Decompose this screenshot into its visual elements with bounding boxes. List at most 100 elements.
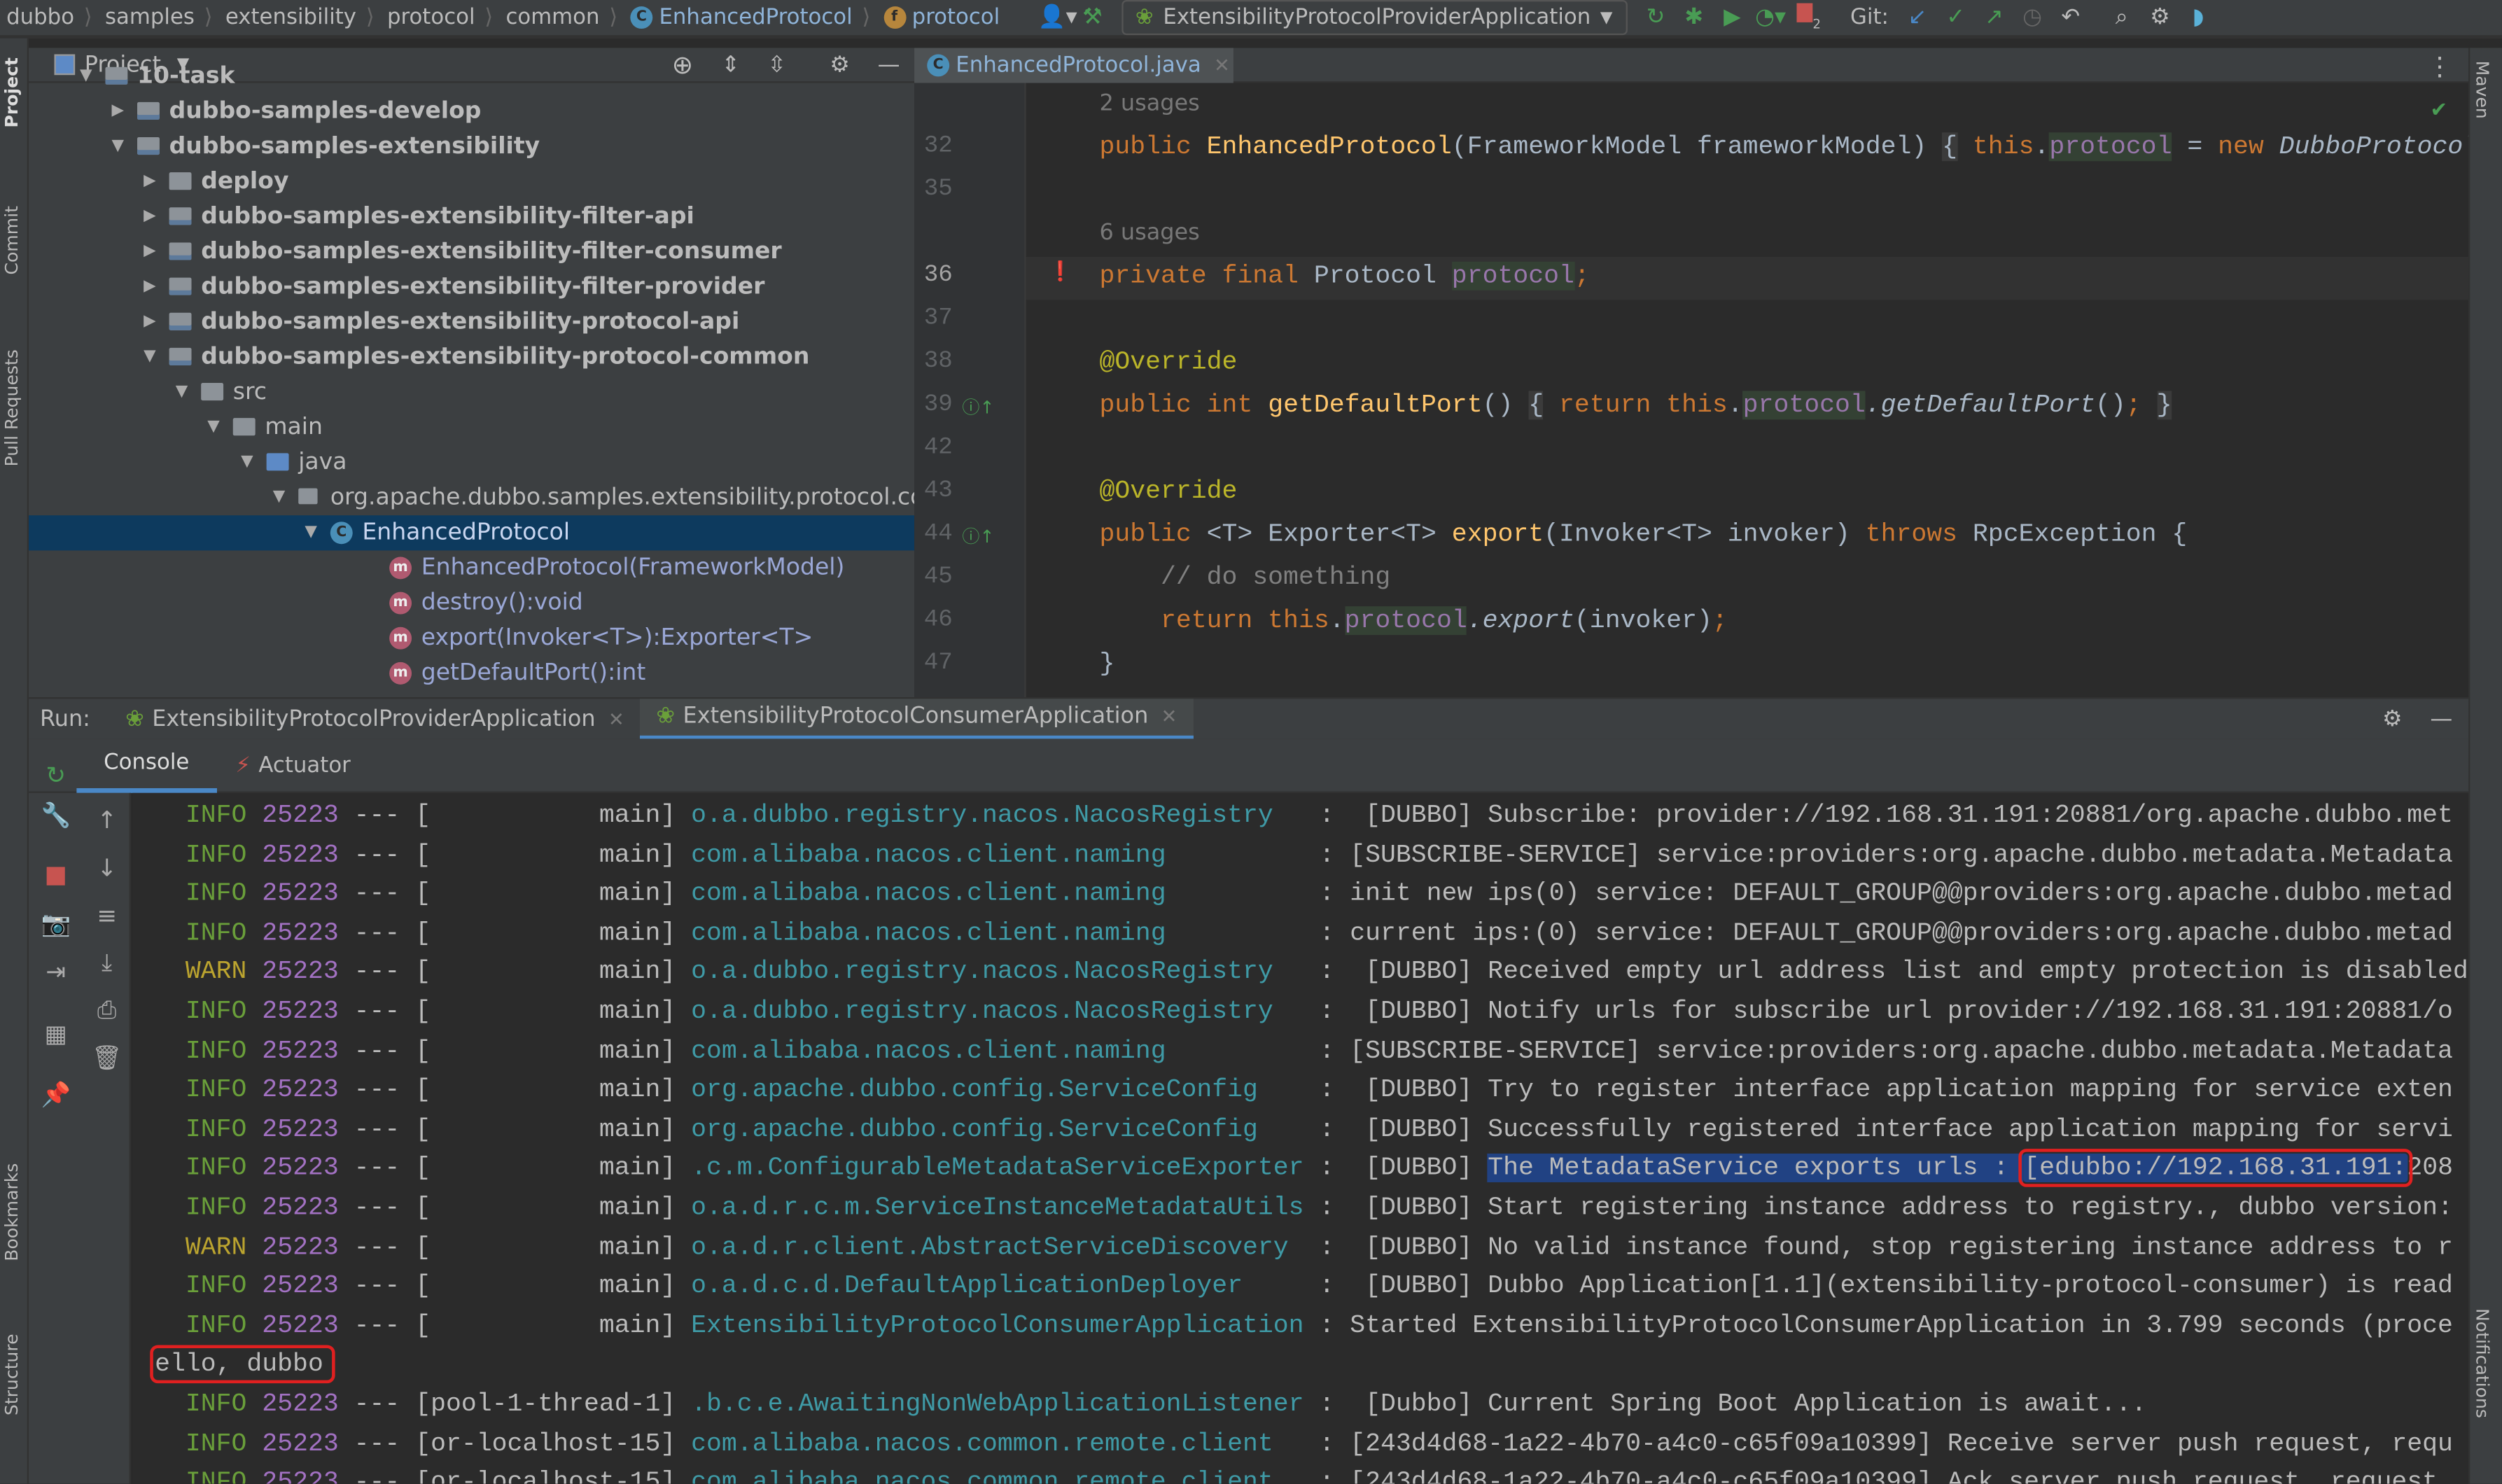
logger-name[interactable]: o.a.dubbo.registry.nacos.NacosRegistry xyxy=(691,801,1273,830)
logger-name[interactable]: o.a.d.r.c.m.ServiceInstanceMetadataUtils xyxy=(691,1194,1304,1222)
tree-item[interactable]: m getDefaultPort():int xyxy=(29,656,914,691)
chevron-right-icon[interactable]: ▶ xyxy=(112,94,125,129)
stop-icon[interactable]: 2 xyxy=(1793,3,1825,31)
logger-name[interactable]: o.a.d.c.d.DefaultApplicationDeployer xyxy=(691,1272,1243,1301)
tool-tab-commit[interactable]: Commit xyxy=(1,206,22,275)
chevron-right-icon[interactable]: ▶ xyxy=(144,164,156,200)
settings-gear-icon[interactable]: ⚙ xyxy=(2144,5,2176,30)
debug-icon[interactable]: ✱ xyxy=(1678,5,1710,30)
scroll-down-icon[interactable]: ↓ xyxy=(91,853,123,882)
tab-actuator[interactable]: ⚡ Actuator xyxy=(216,752,370,778)
logger-name[interactable]: .c.m.ConfigurableMetadataServiceExporter xyxy=(691,1154,1304,1183)
run-with-coverage-icon[interactable]: ▶ xyxy=(1717,5,1749,30)
tree-item[interactable]: ▼ src xyxy=(29,375,914,410)
logger-name[interactable]: org.apache.dubbo.config.ServiceConfig xyxy=(691,1076,1258,1105)
logger-name[interactable]: o.a.dubbo.registry.nacos.NacosRegistry xyxy=(691,958,1273,986)
logger-name[interactable]: o.a.dubbo.registry.nacos.NacosRegistry xyxy=(691,997,1273,1026)
tree-item[interactable]: m export(Invoker<T>):Exporter<T> xyxy=(29,621,914,656)
chevron-right-icon[interactable]: ▶ xyxy=(144,304,156,340)
close-tab-icon[interactable]: ✕ xyxy=(608,708,624,730)
code-with-me-icon[interactable]: ◗ xyxy=(2182,5,2214,30)
breadcrumb-item[interactable]: samples ⟩ xyxy=(99,5,219,30)
tree-item[interactable]: ▼ main xyxy=(29,410,914,445)
git-update-icon[interactable]: ↙ xyxy=(1901,5,1934,30)
editor-tab-enhancedprotocol[interactable]: C EnhancedProtocol.java ✕ xyxy=(914,48,1233,83)
user-icon[interactable]: 👤▾ xyxy=(1038,5,1077,30)
breadcrumb-item[interactable]: C EnhancedProtocol ⟩ xyxy=(624,5,876,30)
layout-icon[interactable]: ▦ xyxy=(40,1019,72,1048)
logger-name[interactable]: com.alibaba.nacos.client.naming xyxy=(691,918,1166,947)
implements-gutter-icon[interactable]: ⓘ↑ xyxy=(962,524,994,549)
modify-config-wrench-icon[interactable]: 🔧 xyxy=(40,801,72,830)
tool-tab-pull-requests[interactable]: Pull Requests xyxy=(1,349,22,466)
dump-threads-camera-icon[interactable]: 📷 xyxy=(40,909,72,938)
git-commit-icon[interactable]: ✓ xyxy=(1940,5,1972,30)
logger-name[interactable]: com.alibaba.nacos.client.naming xyxy=(691,1037,1166,1065)
history-icon[interactable]: ◷ xyxy=(2016,5,2048,30)
build-hammer-icon[interactable]: ⚒ xyxy=(1077,5,1109,30)
tree-item[interactable]: m destroy():void xyxy=(29,586,914,621)
logger-name[interactable]: org.apache.dubbo.config.ServiceConfig xyxy=(691,1115,1258,1144)
rerun-icon[interactable]: ↻ xyxy=(1640,5,1672,30)
chevron-down-icon[interactable]: ▼ xyxy=(273,480,286,515)
logger-name[interactable]: com.alibaba.nacos.client.naming xyxy=(691,840,1166,869)
chevron-down-icon[interactable]: ▼ xyxy=(241,445,253,480)
tree-item[interactable]: ▶ deploy xyxy=(29,164,914,200)
usages-hint[interactable]: 2 usages xyxy=(1099,91,1199,116)
exit-icon[interactable]: ⇥ xyxy=(40,958,72,986)
scroll-to-end-icon[interactable]: ⤓ xyxy=(91,948,123,976)
hide-run-panel-icon[interactable]: — xyxy=(2430,706,2452,732)
clear-all-trash-icon[interactable]: 🗑 xyxy=(91,1044,123,1072)
tree-item[interactable]: ▼ java xyxy=(29,445,914,480)
close-tab-icon[interactable]: ✕ xyxy=(1161,705,1177,727)
logger-name[interactable]: ExtensibilityProtocolConsumerApplication xyxy=(691,1311,1304,1340)
chevron-right-icon[interactable]: ▶ xyxy=(144,270,156,304)
run-configuration-select[interactable]: ❀ ExtensibilityProtocolProviderApplicati… xyxy=(1121,0,1627,36)
chevron-right-icon[interactable]: ▶ xyxy=(144,234,156,270)
profile-icon[interactable]: ◔▾ xyxy=(1754,5,1787,30)
logger-name[interactable]: o.a.d.r.client.AbstractServiceDiscovery xyxy=(691,1233,1289,1261)
tree-item[interactable]: ▶ dubbo-samples-extensibility-filter-api xyxy=(29,200,914,234)
tree-item[interactable]: ▼ dubbo-samples-extensibility xyxy=(29,130,914,164)
breadcrumb-item[interactable]: protocol ⟩ xyxy=(381,5,499,30)
tree-item[interactable]: ▼ org.apache.dubbo.samples.extensibility.… xyxy=(29,480,914,515)
warning-bulb-icon[interactable]: ❗ xyxy=(1049,260,1072,283)
tree-item[interactable]: ▶ dubbo-samples-extensibility-filter-cons… xyxy=(29,234,914,270)
run-settings-gear-icon[interactable]: ⚙ xyxy=(2382,706,2403,732)
more-options-icon[interactable]: ⋮ xyxy=(2427,51,2452,81)
tree-item[interactable]: ▼ 10-task xyxy=(29,59,914,94)
chevron-down-icon[interactable]: ▼ xyxy=(207,410,220,445)
rerun-icon[interactable]: ↻ xyxy=(40,761,72,790)
git-push-icon[interactable]: ↗ xyxy=(1978,5,2011,30)
stop-icon[interactable]: ■ xyxy=(40,860,72,889)
tool-tab-project[interactable]: Project xyxy=(1,57,22,127)
breadcrumb-item[interactable]: extensibility ⟩ xyxy=(219,5,381,30)
breadcrumb-item[interactable]: dubbo ⟩ xyxy=(0,5,99,30)
search-icon[interactable]: ⌕ xyxy=(2106,5,2138,30)
tree-item[interactable]: m EnhancedProtocol(FrameworkModel) xyxy=(29,550,914,585)
tool-tab-bookmarks[interactable]: Bookmarks xyxy=(1,1163,22,1261)
run-tab[interactable]: ❀ ExtensibilityProtocolProviderApplicatio… xyxy=(109,698,640,739)
run-tab[interactable]: ❀ ExtensibilityProtocolConsumerApplicatio… xyxy=(640,698,1194,740)
chevron-down-icon[interactable]: ▼ xyxy=(305,515,317,550)
tool-tab-maven[interactable]: Maven xyxy=(2472,61,2493,119)
chevron-right-icon[interactable]: ▶ xyxy=(144,200,156,234)
scroll-up-icon[interactable]: ↑ xyxy=(91,806,123,834)
tool-tab-notifications[interactable]: Notifications xyxy=(2472,1308,2493,1418)
rollback-icon[interactable]: ↶ xyxy=(2055,5,2087,30)
tree-item[interactable]: ▶ dubbo-samples-extensibility-filter-prov… xyxy=(29,270,914,304)
console-output[interactable]: INFO 25223 --- [ main] o.a.dubbo.registr… xyxy=(132,792,2469,1484)
implements-gutter-icon[interactable]: ⓘ↑ xyxy=(962,394,994,419)
pin-icon[interactable]: 📌 xyxy=(40,1080,72,1109)
logger-name[interactable]: .b.c.e.AwaitingNonWebApplicationListener xyxy=(691,1390,1304,1418)
usages-hint[interactable]: 6 usages xyxy=(1099,220,1199,246)
print-icon[interactable]: ⎙ xyxy=(91,995,123,1024)
tree-item[interactable]: ▶ dubbo-samples-develop xyxy=(29,94,914,129)
breadcrumb-item[interactable]: common ⟩ xyxy=(499,5,624,30)
logger-name[interactable]: com.alibaba.nacos.common.remote.client xyxy=(691,1429,1273,1457)
breadcrumb-item[interactable]: f protocol xyxy=(877,5,1007,30)
chevron-down-icon[interactable]: ▼ xyxy=(176,375,188,410)
chevron-down-icon[interactable]: ▼ xyxy=(80,59,92,94)
chevron-down-icon[interactable]: ▼ xyxy=(112,130,125,164)
tool-tab-structure[interactable]: Structure xyxy=(1,1334,22,1415)
